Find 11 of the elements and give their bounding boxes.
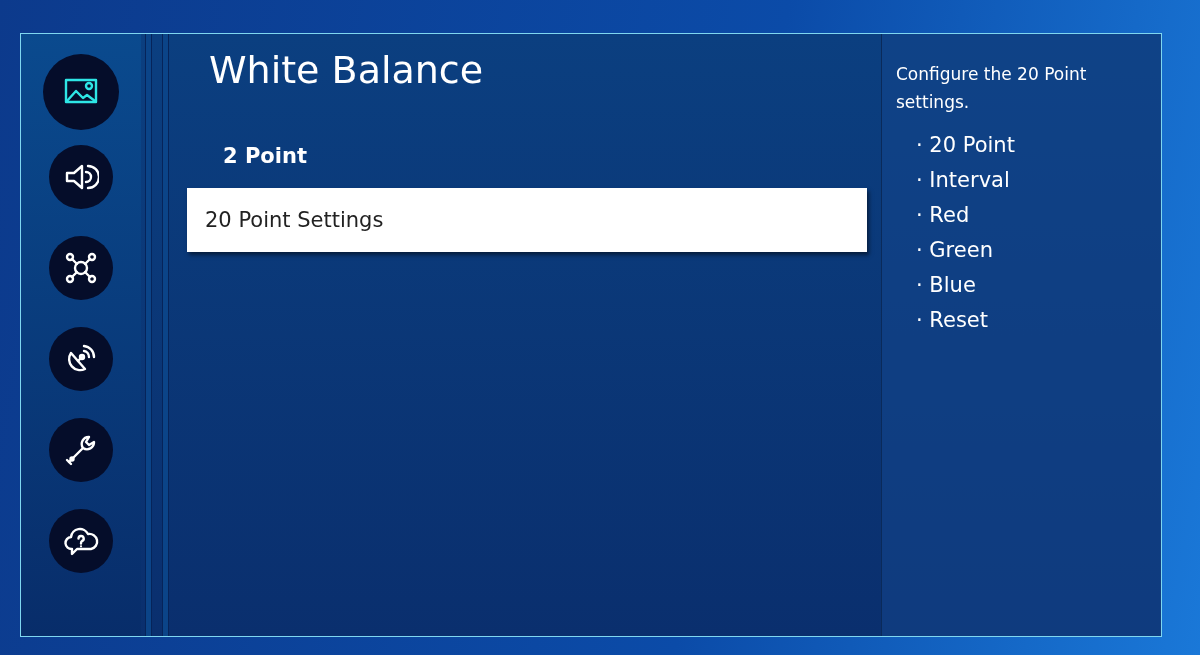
help-list-item: · 20 Point bbox=[916, 132, 1016, 159]
help-list-item: · Interval bbox=[916, 167, 1011, 194]
menu-item[interactable]: 20 Point Settings bbox=[187, 188, 867, 252]
help-list-item: · Green bbox=[916, 237, 994, 264]
help-description: Configure the 20 Point settings. bbox=[896, 63, 1088, 114]
network-icon bbox=[63, 250, 99, 286]
help-list-item: · Blue bbox=[916, 272, 977, 299]
help-list-item: · Red bbox=[916, 202, 971, 229]
menu-item[interactable]: 2 Point bbox=[187, 124, 867, 188]
help-list-item: · Reset bbox=[916, 307, 989, 334]
page-title: White Balance bbox=[208, 48, 485, 94]
